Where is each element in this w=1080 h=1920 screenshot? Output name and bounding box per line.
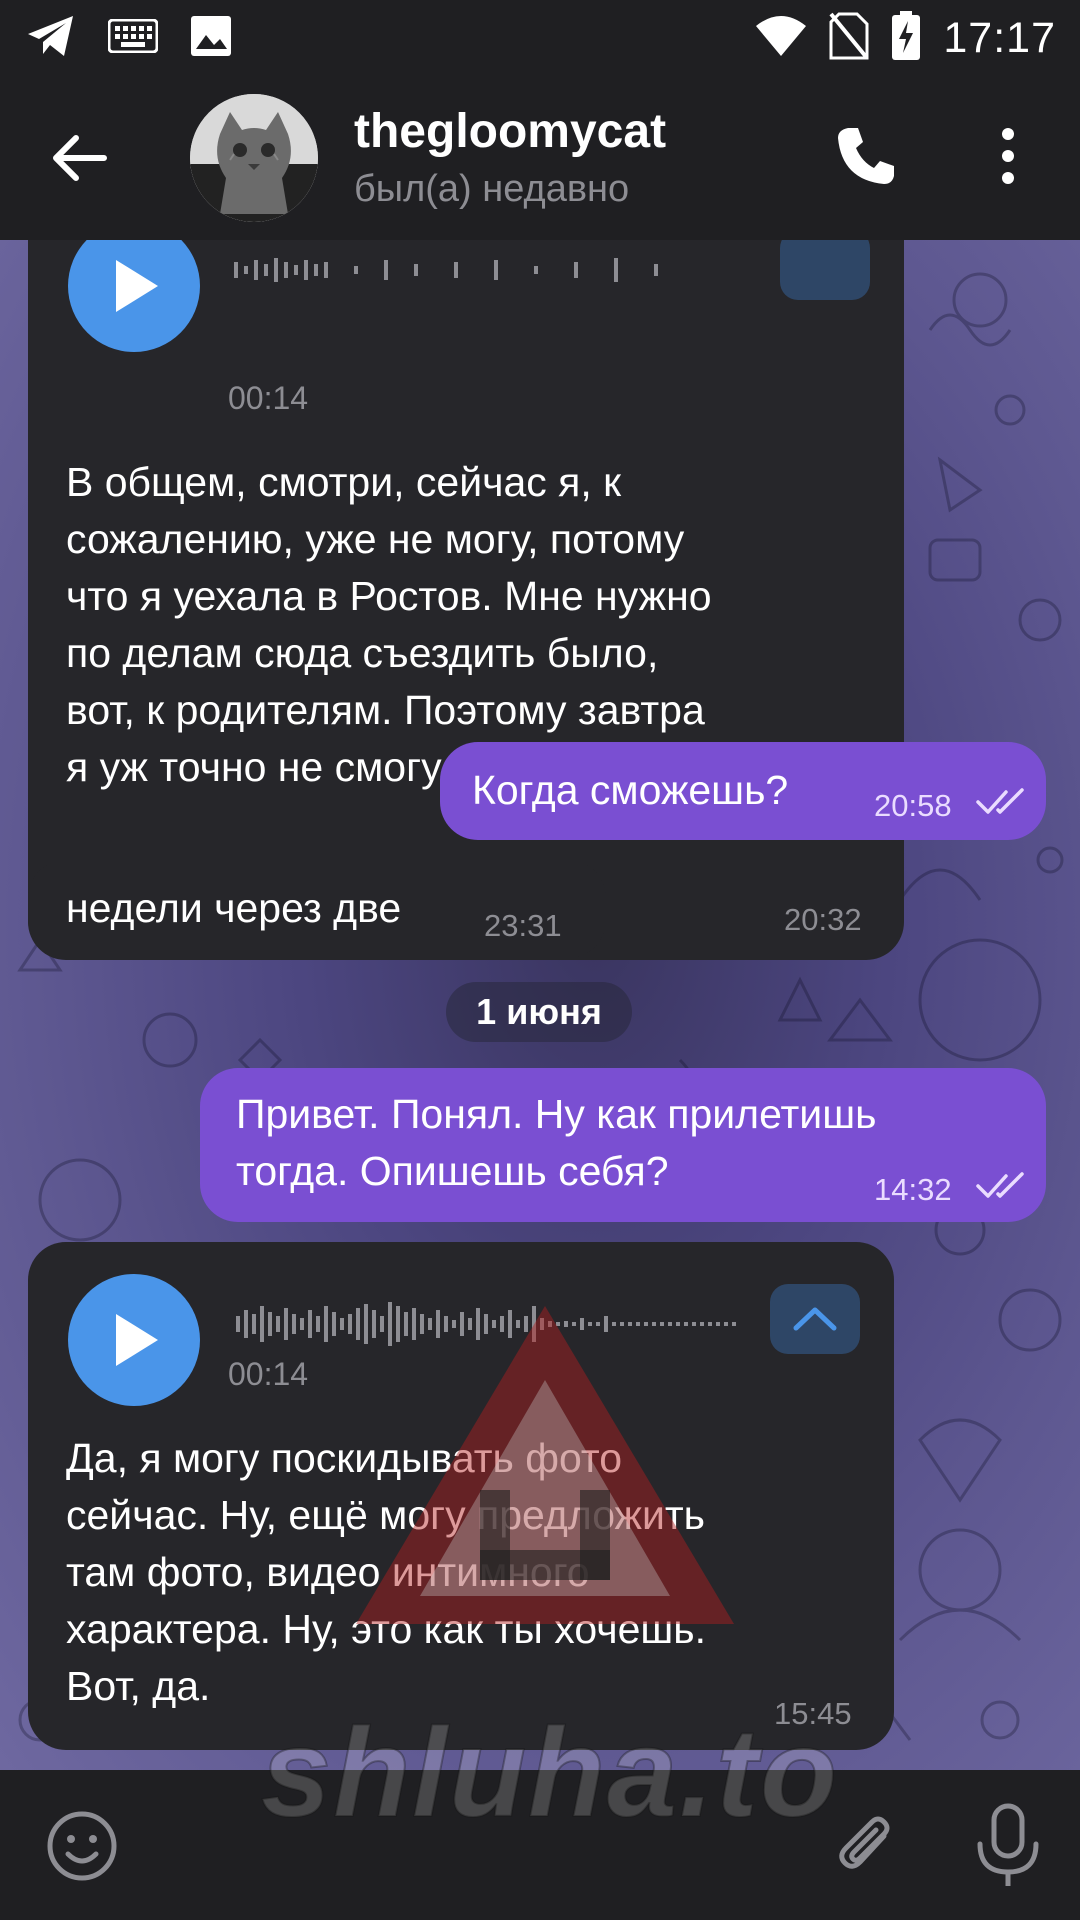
phone-icon xyxy=(838,128,894,184)
message-bubble-incoming[interactable]: 00:14 В общем, смотри, сейчас я, к сожал… xyxy=(28,240,904,960)
message-bubble-incoming[interactable]: недели через две 23:31 xyxy=(28,860,606,958)
voice-play-button[interactable] xyxy=(68,240,200,352)
wifi-icon xyxy=(755,14,807,63)
double-check-icon xyxy=(976,788,1024,814)
status-time: 17:17 xyxy=(943,13,1056,62)
voice-duration: 00:14 xyxy=(228,1356,309,1392)
message-time: 20:58 xyxy=(874,788,952,823)
watermark-text: shluha.to xyxy=(260,1701,839,1844)
telegram-icon xyxy=(26,14,76,63)
contact-status: был(а) недавно xyxy=(354,168,630,210)
battery-charging-icon xyxy=(891,10,921,66)
play-icon xyxy=(116,260,158,312)
double-check-icon xyxy=(976,1172,1024,1198)
image-icon xyxy=(190,15,232,62)
collapse-transcript-button[interactable] xyxy=(780,240,870,300)
message-bubble-outgoing[interactable]: Когда сможешь? 20:58 xyxy=(440,742,1046,840)
message-time: 20:32 xyxy=(784,902,862,937)
date-separator: 1 июня xyxy=(446,982,632,1042)
emoji-button[interactable] xyxy=(42,1806,122,1886)
microphone-icon xyxy=(977,1803,1039,1886)
message-time: 23:31 xyxy=(484,908,562,943)
message-text: Когда сможешь? xyxy=(472,767,789,813)
status-bar: 17:17 xyxy=(0,0,1080,76)
chevron-up-icon xyxy=(793,1307,837,1331)
message-bubble-outgoing[interactable]: Привет. Понял. Ну как прилетишь тогда. О… xyxy=(200,1068,1046,1222)
no-sim-icon xyxy=(829,12,869,65)
microphone-button[interactable] xyxy=(970,1802,1046,1890)
play-icon xyxy=(116,1314,158,1366)
chat-header: thegloomycat был(а) недавно xyxy=(0,76,1080,240)
keyboard-icon xyxy=(107,18,159,58)
more-menu-button[interactable] xyxy=(982,120,1034,192)
contact-name[interactable]: thegloomycat xyxy=(354,104,666,159)
voice-play-button[interactable] xyxy=(68,1274,200,1406)
watermark-triangle-icon xyxy=(356,1306,734,1624)
back-arrow-icon xyxy=(53,135,107,181)
emoji-icon xyxy=(47,1811,117,1881)
collapse-transcript-button[interactable] xyxy=(770,1284,860,1354)
message-time: 14:32 xyxy=(874,1172,952,1207)
message-text: недели через две xyxy=(66,885,402,931)
more-vert-icon xyxy=(1002,128,1014,184)
voice-duration: 00:14 xyxy=(228,380,309,416)
avatar[interactable] xyxy=(190,94,318,222)
back-button[interactable] xyxy=(44,122,116,194)
voice-waveform xyxy=(234,258,658,282)
call-button[interactable] xyxy=(830,120,902,192)
